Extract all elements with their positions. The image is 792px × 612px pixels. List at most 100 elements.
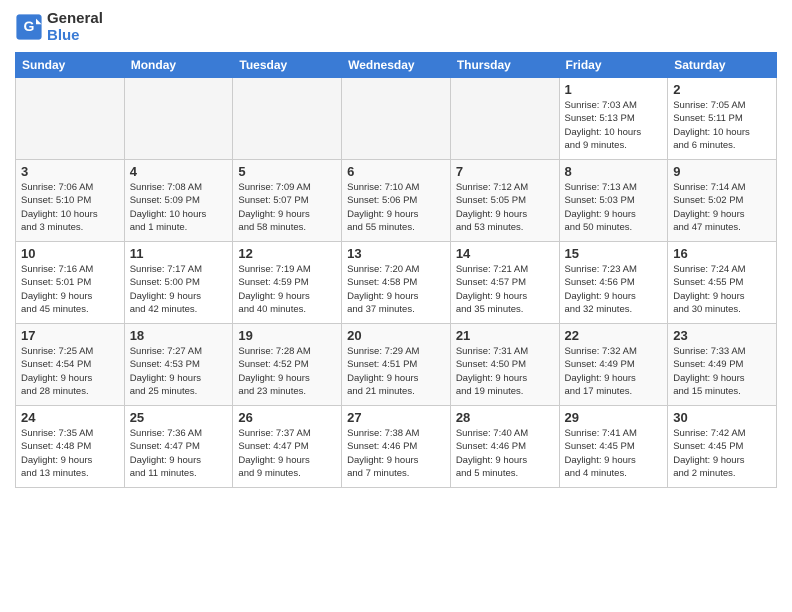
day-info: Sunrise: 7:42 AM Sunset: 4:45 PM Dayligh… [673, 427, 771, 480]
calendar-cell: 26 Sunrise: 7:37 AM Sunset: 4:47 PM Dayli… [233, 406, 342, 488]
logo-icon: G [15, 13, 43, 41]
calendar-cell: 16 Sunrise: 7:24 AM Sunset: 4:55 PM Dayli… [668, 242, 777, 324]
day-number: 16 [673, 246, 771, 261]
calendar-week-3: 10Sunrise: 7:16 AM Sunset: 5:01 PM Dayli… [16, 242, 777, 324]
calendar-cell: 10Sunrise: 7:16 AM Sunset: 5:01 PM Dayli… [16, 242, 125, 324]
day-info: Sunrise: 7:17 AM Sunset: 5:00 PM Dayligh… [130, 263, 228, 316]
day-number: 7 [456, 164, 554, 179]
weekday-header-thursday: Thursday [450, 53, 559, 78]
day-info: Sunrise: 7:12 AM Sunset: 5:05 PM Dayligh… [456, 181, 554, 234]
calendar-week-5: 24 Sunrise: 7:35 AM Sunset: 4:48 PM Dayli… [16, 406, 777, 488]
day-number: 24 [21, 410, 119, 425]
calendar-cell: 2 Sunrise: 7:05 AM Sunset: 5:11 PM Daylig… [668, 78, 777, 160]
calendar-cell: 7 Sunrise: 7:12 AM Sunset: 5:05 PM Daylig… [450, 160, 559, 242]
calendar-cell: 30Sunrise: 7:42 AM Sunset: 4:45 PM Dayli… [668, 406, 777, 488]
calendar-cell: 23Sunrise: 7:33 AM Sunset: 4:49 PM Dayli… [668, 324, 777, 406]
day-number: 26 [238, 410, 336, 425]
day-number: 3 [21, 164, 119, 179]
calendar-cell [124, 78, 233, 160]
day-info: Sunrise: 7:27 AM Sunset: 4:53 PM Dayligh… [130, 345, 228, 398]
day-info: Sunrise: 7:16 AM Sunset: 5:01 PM Dayligh… [21, 263, 119, 316]
day-number: 15 [565, 246, 663, 261]
calendar-cell: 24 Sunrise: 7:35 AM Sunset: 4:48 PM Dayli… [16, 406, 125, 488]
calendar-cell [342, 78, 451, 160]
day-info: Sunrise: 7:40 AM Sunset: 4:46 PM Dayligh… [456, 427, 554, 480]
day-info: Sunrise: 7:05 AM Sunset: 5:11 PM Dayligh… [673, 99, 771, 152]
calendar-cell: 21 Sunrise: 7:31 AM Sunset: 4:50 PM Dayli… [450, 324, 559, 406]
calendar-cell [233, 78, 342, 160]
day-info: Sunrise: 7:38 AM Sunset: 4:46 PM Dayligh… [347, 427, 445, 480]
day-number: 29 [565, 410, 663, 425]
day-info: Sunrise: 7:24 AM Sunset: 4:55 PM Dayligh… [673, 263, 771, 316]
day-number: 14 [456, 246, 554, 261]
calendar-cell: 18 Sunrise: 7:27 AM Sunset: 4:53 PM Dayli… [124, 324, 233, 406]
day-info: Sunrise: 7:13 AM Sunset: 5:03 PM Dayligh… [565, 181, 663, 234]
calendar-cell: 14 Sunrise: 7:21 AM Sunset: 4:57 PM Dayli… [450, 242, 559, 324]
day-number: 22 [565, 328, 663, 343]
day-number: 12 [238, 246, 336, 261]
day-info: Sunrise: 7:37 AM Sunset: 4:47 PM Dayligh… [238, 427, 336, 480]
day-info: Sunrise: 7:36 AM Sunset: 4:47 PM Dayligh… [130, 427, 228, 480]
day-number: 20 [347, 328, 445, 343]
calendar-week-4: 17 Sunrise: 7:25 AM Sunset: 4:54 PM Dayli… [16, 324, 777, 406]
calendar-cell: 4 Sunrise: 7:08 AM Sunset: 5:09 PM Daylig… [124, 160, 233, 242]
page-container: G General Blue SundayMondayTuesdayWednes… [0, 0, 792, 498]
day-info: Sunrise: 7:25 AM Sunset: 4:54 PM Dayligh… [21, 345, 119, 398]
day-number: 25 [130, 410, 228, 425]
header: G General Blue [15, 10, 777, 44]
day-number: 18 [130, 328, 228, 343]
day-info: Sunrise: 7:21 AM Sunset: 4:57 PM Dayligh… [456, 263, 554, 316]
day-number: 4 [130, 164, 228, 179]
day-number: 11 [130, 246, 228, 261]
weekday-header-sunday: Sunday [16, 53, 125, 78]
calendar-cell [16, 78, 125, 160]
day-number: 1 [565, 82, 663, 97]
calendar-cell: 9 Sunrise: 7:14 AM Sunset: 5:02 PM Daylig… [668, 160, 777, 242]
calendar-cell: 22 Sunrise: 7:32 AM Sunset: 4:49 PM Dayli… [559, 324, 668, 406]
weekday-header-tuesday: Tuesday [233, 53, 342, 78]
day-number: 17 [21, 328, 119, 343]
day-number: 28 [456, 410, 554, 425]
day-info: Sunrise: 7:20 AM Sunset: 4:58 PM Dayligh… [347, 263, 445, 316]
calendar-cell: 17 Sunrise: 7:25 AM Sunset: 4:54 PM Dayli… [16, 324, 125, 406]
day-info: Sunrise: 7:10 AM Sunset: 5:06 PM Dayligh… [347, 181, 445, 234]
calendar-cell: 13Sunrise: 7:20 AM Sunset: 4:58 PM Dayli… [342, 242, 451, 324]
day-info: Sunrise: 7:31 AM Sunset: 4:50 PM Dayligh… [456, 345, 554, 398]
day-info: Sunrise: 7:19 AM Sunset: 4:59 PM Dayligh… [238, 263, 336, 316]
day-info: Sunrise: 7:08 AM Sunset: 5:09 PM Dayligh… [130, 181, 228, 234]
day-info: Sunrise: 7:29 AM Sunset: 4:51 PM Dayligh… [347, 345, 445, 398]
day-number: 9 [673, 164, 771, 179]
calendar-cell: 5Sunrise: 7:09 AM Sunset: 5:07 PM Daylig… [233, 160, 342, 242]
weekday-header-row: SundayMondayTuesdayWednesdayThursdayFrid… [16, 53, 777, 78]
calendar-week-1: 1Sunrise: 7:03 AM Sunset: 5:13 PM Daylig… [16, 78, 777, 160]
day-info: Sunrise: 7:35 AM Sunset: 4:48 PM Dayligh… [21, 427, 119, 480]
calendar-cell: 11 Sunrise: 7:17 AM Sunset: 5:00 PM Dayli… [124, 242, 233, 324]
day-info: Sunrise: 7:14 AM Sunset: 5:02 PM Dayligh… [673, 181, 771, 234]
day-info: Sunrise: 7:09 AM Sunset: 5:07 PM Dayligh… [238, 181, 336, 234]
calendar-cell: 19 Sunrise: 7:28 AM Sunset: 4:52 PM Dayli… [233, 324, 342, 406]
day-number: 19 [238, 328, 336, 343]
day-number: 2 [673, 82, 771, 97]
weekday-header-wednesday: Wednesday [342, 53, 451, 78]
day-info: Sunrise: 7:32 AM Sunset: 4:49 PM Dayligh… [565, 345, 663, 398]
calendar-body: 1Sunrise: 7:03 AM Sunset: 5:13 PM Daylig… [16, 78, 777, 488]
weekday-header-friday: Friday [559, 53, 668, 78]
logo-text: General Blue [47, 10, 103, 44]
calendar-cell [450, 78, 559, 160]
calendar-cell: 6Sunrise: 7:10 AM Sunset: 5:06 PM Daylig… [342, 160, 451, 242]
day-number: 27 [347, 410, 445, 425]
day-info: Sunrise: 7:33 AM Sunset: 4:49 PM Dayligh… [673, 345, 771, 398]
calendar-cell: 28 Sunrise: 7:40 AM Sunset: 4:46 PM Dayli… [450, 406, 559, 488]
logo: G General Blue [15, 10, 103, 44]
calendar-cell: 8 Sunrise: 7:13 AM Sunset: 5:03 PM Daylig… [559, 160, 668, 242]
calendar-cell: 15Sunrise: 7:23 AM Sunset: 4:56 PM Dayli… [559, 242, 668, 324]
calendar-table: SundayMondayTuesdayWednesdayThursdayFrid… [15, 52, 777, 488]
day-info: Sunrise: 7:28 AM Sunset: 4:52 PM Dayligh… [238, 345, 336, 398]
day-number: 8 [565, 164, 663, 179]
calendar-cell: 20 Sunrise: 7:29 AM Sunset: 4:51 PM Dayli… [342, 324, 451, 406]
calendar-cell: 12 Sunrise: 7:19 AM Sunset: 4:59 PM Dayli… [233, 242, 342, 324]
day-number: 21 [456, 328, 554, 343]
calendar-week-2: 3Sunrise: 7:06 AM Sunset: 5:10 PM Daylig… [16, 160, 777, 242]
calendar-cell: 3Sunrise: 7:06 AM Sunset: 5:10 PM Daylig… [16, 160, 125, 242]
weekday-header-monday: Monday [124, 53, 233, 78]
